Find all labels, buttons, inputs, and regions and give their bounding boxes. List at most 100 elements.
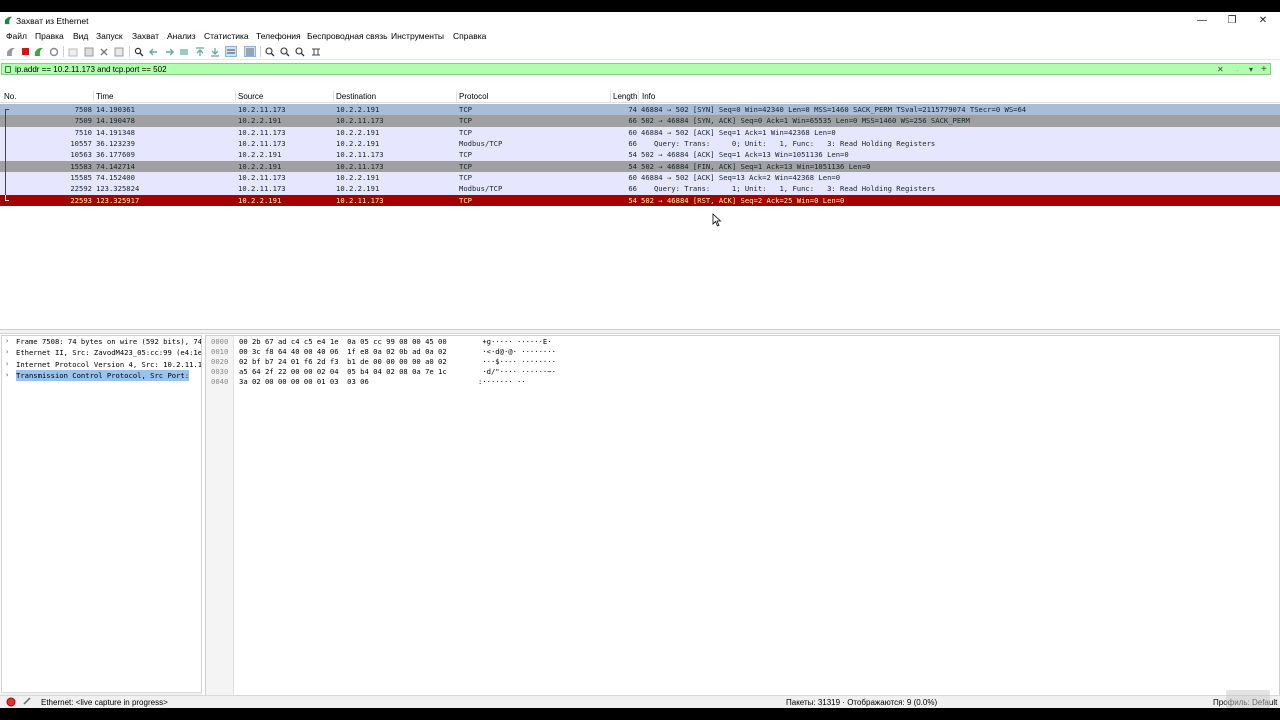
go-to-packet-icon[interactable] bbox=[178, 46, 190, 57]
packet-length-cell: 66 bbox=[628, 116, 637, 126]
packet-no-cell: 10557 bbox=[70, 139, 92, 149]
bytes-ascii: ···$··-· ········ bbox=[478, 357, 556, 366]
column-header-no[interactable]: No. bbox=[4, 92, 16, 101]
menu-help[interactable]: Справка bbox=[453, 31, 486, 41]
add-filter-button[interactable]: + bbox=[1261, 65, 1267, 75]
column-separator bbox=[93, 91, 94, 103]
expand-arrow-icon[interactable]: › bbox=[5, 359, 9, 370]
clear-filter-icon[interactable]: ✕ bbox=[1217, 65, 1224, 74]
bytes-ascii: ·d/"···· ······~· bbox=[478, 367, 556, 376]
column-header-source[interactable]: Source bbox=[238, 92, 263, 101]
packet-row[interactable]: 7509 14.190478 10.2.2.191 10.2.11.173 TCP 66 5… bbox=[0, 115, 1280, 127]
toolbar-separator bbox=[63, 46, 64, 57]
go-forward-icon[interactable] bbox=[163, 46, 175, 57]
bytes-hex: 02 bf b7 24 01 f6 2d f3 b1 de 00 00 00 0… bbox=[239, 357, 447, 366]
expand-arrow-icon[interactable]: › bbox=[5, 336, 9, 347]
detail-tree-item[interactable]: › Internet Protocol Version 4, Src: 10.2.… bbox=[2, 359, 201, 370]
packet-protocol-cell: Modbus/TCP bbox=[459, 139, 503, 149]
packet-bytes-pane: 0000 00 2b 67 ad c4 c5 e4 1e 0a 05 cc 99 … bbox=[205, 335, 1280, 703]
packet-protocol-cell: TCP bbox=[459, 150, 472, 160]
apply-filter-icon[interactable]: → bbox=[1232, 65, 1240, 74]
packet-info-cell: 46884 → 502 [ACK] Seq=13 Ack=2 Win=42368… bbox=[641, 173, 841, 183]
bytes-ascii: :······· ·· bbox=[478, 377, 526, 386]
menu-capture[interactable]: Захват bbox=[132, 31, 159, 41]
bookmark-icon[interactable] bbox=[5, 66, 11, 73]
packet-row[interactable]: 15585 74.152400 10.2.11.173 10.2.2.191 TCP 60… bbox=[0, 172, 1280, 184]
packet-protocol-cell: TCP bbox=[459, 173, 472, 183]
detail-tree-item[interactable]: › Transmission Control Protocol, Src Port… bbox=[2, 369, 201, 382]
zoom-out-icon[interactable] bbox=[279, 46, 291, 57]
packet-row[interactable]: 15583 74.142714 10.2.2.191 10.2.11.173 TCP 54… bbox=[0, 160, 1280, 173]
packet-length-cell: 54 bbox=[628, 195, 637, 205]
stop-capture-icon[interactable] bbox=[19, 46, 31, 57]
packet-row[interactable]: 7508 14.190361 10.2.11.173 10.2.2.191 TCP 74 4… bbox=[0, 104, 1280, 116]
packet-time-cell: 14.190478 bbox=[96, 116, 135, 126]
reload-file-icon[interactable] bbox=[113, 46, 125, 57]
menu-tools[interactable]: Инструменты bbox=[391, 31, 444, 41]
expand-arrow-icon[interactable]: › bbox=[5, 347, 9, 358]
restore-button[interactable]: ❐ bbox=[1217, 13, 1247, 28]
menu-statistics[interactable]: Статистика bbox=[204, 31, 249, 41]
packet-count-status: Пакеты: 31319 · Отображаются: 9 (0.0%) bbox=[786, 698, 938, 707]
zoom-in-icon[interactable] bbox=[264, 46, 276, 57]
packet-no-cell: 10563 bbox=[70, 150, 92, 160]
menu-view[interactable]: Вид bbox=[73, 31, 88, 41]
packet-protocol-cell: TCP bbox=[459, 116, 472, 126]
autoscroll-icon[interactable] bbox=[225, 46, 237, 57]
packet-row[interactable]: 22592 123.325824 10.2.11.173 10.2.2.191 Modb… bbox=[0, 183, 1280, 195]
column-header-destination[interactable]: Destination bbox=[336, 92, 376, 101]
packet-details-pane: › Frame 7508: 74 bytes on wire (592 bits)… bbox=[1, 335, 202, 703]
menu-analyze[interactable]: Анализ bbox=[167, 31, 196, 41]
conversation-line-marker bbox=[5, 126, 6, 139]
expand-arrow-icon[interactable]: › bbox=[5, 370, 9, 381]
packet-info-cell: Query: Trans: 1; Unit: 1, Func: 3: Read … bbox=[641, 184, 936, 194]
display-filter-text: ip.addr == 10.2.11.173 and tcp.port == 5… bbox=[15, 65, 167, 74]
go-last-icon[interactable] bbox=[209, 46, 221, 57]
packet-length-cell: 60 bbox=[628, 173, 637, 183]
column-header-length[interactable]: Length bbox=[613, 92, 637, 101]
packet-time-cell: 36.177609 bbox=[96, 150, 135, 160]
bytes-offset: 0030 bbox=[211, 367, 229, 376]
restart-capture-icon[interactable] bbox=[33, 46, 45, 57]
bytes-hex: 00 3c f8 64 40 00 40 06 1f e8 0a 02 0b a… bbox=[239, 347, 447, 356]
menu-wireless[interactable]: Беспроводная связь bbox=[307, 31, 388, 41]
menu-telephony[interactable]: Телефония bbox=[256, 31, 301, 41]
open-file-icon[interactable] bbox=[67, 46, 79, 57]
packet-destination-cell: 10.2.2.191 bbox=[336, 105, 380, 114]
colorize-icon[interactable] bbox=[244, 46, 256, 57]
column-header-time[interactable]: Time bbox=[96, 92, 113, 101]
go-first-icon[interactable] bbox=[194, 46, 206, 57]
packet-row[interactable]: 22593 123.325917 10.2.2.191 10.2.11.173 TCP 5… bbox=[0, 194, 1280, 207]
mouse-cursor-icon bbox=[712, 213, 722, 227]
packet-row[interactable]: 10563 36.177609 10.2.2.191 10.2.11.173 TCP 54… bbox=[0, 149, 1280, 161]
packet-row[interactable]: 10557 36.123239 10.2.11.173 10.2.2.191 Modbu… bbox=[0, 138, 1280, 150]
close-file-icon[interactable] bbox=[98, 46, 110, 57]
column-header-info[interactable]: Info bbox=[642, 92, 655, 101]
save-file-icon[interactable] bbox=[83, 46, 95, 57]
menu-go[interactable]: Запуск bbox=[96, 31, 123, 41]
go-back-icon[interactable] bbox=[148, 46, 160, 57]
menu-file[interactable]: Файл bbox=[6, 31, 27, 41]
packet-destination-cell: 10.2.2.191 bbox=[336, 127, 380, 137]
packet-info-cell: 502 → 46884 [ACK] Seq=1 Ack=13 Win=10511… bbox=[641, 150, 849, 160]
detail-tree-item[interactable]: › Frame 7508: 74 bytes on wire (592 bits)… bbox=[2, 336, 201, 347]
column-header-protocol[interactable]: Protocol bbox=[459, 92, 488, 101]
pane-splitter[interactable] bbox=[0, 330, 1280, 334]
resize-columns-icon[interactable] bbox=[310, 46, 322, 57]
capture-options-icon[interactable] bbox=[48, 46, 60, 57]
packet-protocol-cell: TCP bbox=[459, 127, 472, 137]
bytes-offset: 0020 bbox=[211, 357, 229, 366]
display-filter-input[interactable]: ip.addr == 10.2.11.173 and tcp.port == 5… bbox=[1, 63, 1271, 75]
menu-edit[interactable]: Правка bbox=[35, 31, 64, 41]
packet-source-cell: 10.2.11.173 bbox=[238, 127, 286, 137]
zoom-normal-icon[interactable] bbox=[294, 46, 306, 57]
packet-destination-cell: 10.2.11.173 bbox=[336, 161, 384, 171]
close-button[interactable]: ✕ bbox=[1248, 13, 1278, 28]
minimize-button[interactable]: — bbox=[1187, 13, 1217, 28]
find-packet-icon[interactable] bbox=[133, 46, 145, 57]
filter-history-dropdown-icon[interactable]: ▾ bbox=[1249, 65, 1253, 74]
packet-no-cell: 7508 bbox=[74, 105, 92, 114]
packet-row[interactable]: 7510 14.191348 10.2.11.173 10.2.2.191 TCP 60 4… bbox=[0, 126, 1280, 139]
detail-tree-item[interactable]: › Ethernet II, Src: ZavodM423_05:cc:99 (e… bbox=[2, 347, 201, 358]
shark-fin-start-icon[interactable] bbox=[5, 46, 17, 57]
